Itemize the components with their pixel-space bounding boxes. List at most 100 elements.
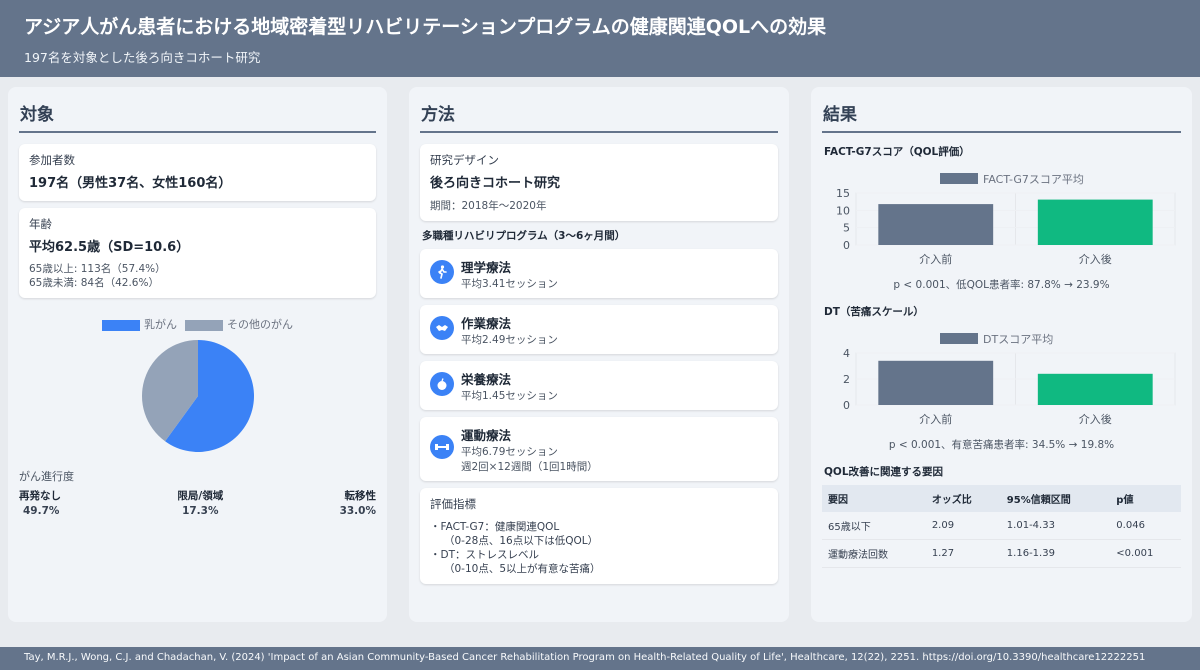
age-label: 年齢	[29, 217, 52, 231]
y-tick-label: 15	[836, 187, 850, 200]
design-label: 研究デザイン	[430, 153, 499, 167]
stage-value: 49.7%	[23, 505, 60, 517]
participants-card: 参加者数 197名（男性37名、女性160名）	[19, 144, 376, 201]
design-card: 研究デザイン 後ろ向きコホート研究 期間：2018年〜2020年	[420, 144, 778, 221]
dumbbell-icon	[430, 435, 454, 459]
x-tick-label: 介入後	[1079, 252, 1112, 266]
program-sessions: 平均1.45セッション	[461, 390, 558, 402]
table-cell: 65歳以下	[822, 512, 926, 540]
study-period: 期間：2018年〜2020年	[430, 200, 547, 212]
y-tick-label: 4	[843, 347, 850, 360]
program-title: 多職種リハビリプログラム（3〜6ヶ月間）	[422, 230, 626, 242]
eval-dt-note: （0-10点、5以上が有意な苦痛）	[444, 563, 601, 575]
legend-label: FACT-G7スコア平均	[983, 173, 1084, 186]
handshake-icon	[430, 316, 454, 340]
program-item-exercise: 運動療法 平均6.79セッション 週2回×12週間（1回1時間）	[420, 417, 778, 481]
y-tick-label: 2	[843, 373, 850, 386]
legend-swatch-other	[185, 319, 223, 331]
table-row: 運動療法回数 1.27 1.16-1.39 <0.001	[822, 539, 1181, 568]
stage-value: 17.3%	[182, 505, 219, 517]
program-item-nutrition: 栄養療法 平均1.45セッション	[420, 361, 778, 410]
evaluation-label: 評価指標	[430, 497, 476, 511]
methods-panel: 方法 研究デザイン 後ろ向きコホート研究 期間：2018年〜2020年 多職種リ…	[409, 87, 789, 622]
subjects-heading: 対象	[19, 97, 376, 133]
subjects-panel: 対象 参加者数 197名（男性37名、女性160名） 年齢 平均62.5歳（SD…	[8, 87, 387, 622]
table-cell: 1.16-1.39	[1000, 539, 1111, 568]
y-tick-label: 5	[843, 222, 850, 235]
bar	[878, 360, 994, 405]
dt-chart-title: DT（苦痛スケール）	[824, 306, 924, 318]
stage-title: がん進行度	[19, 470, 74, 483]
table-header: 95%信頼区間	[1000, 485, 1111, 512]
pie-legend: 乳がん その他のがん	[19, 316, 376, 332]
fact-chart-title: FACT-G7スコア（QOL評価）	[824, 146, 970, 158]
page-title: アジア人がん患者における地域密着型リハビリテーションプログラムの健康関連QOLへ…	[24, 16, 827, 38]
cancer-type-pie-chart	[141, 340, 254, 452]
eval-dt: ・DT：ストレスレベル	[430, 549, 539, 561]
x-tick-label: 介入前	[919, 252, 952, 266]
design-value: 後ろ向きコホート研究	[430, 176, 561, 191]
legend-label: DTスコア平均	[983, 333, 1053, 346]
stage-list: 再発なし 49.7% 限局/領域 17.3% 転移性 33.0%	[19, 488, 376, 517]
legend-item-breast: 乳がん	[102, 316, 177, 332]
page-subtitle: 197名を対象とした後ろ向きコホート研究	[24, 50, 261, 65]
y-tick-label: 0	[843, 399, 850, 412]
program-name: 運動療法	[461, 428, 512, 443]
program-schedule: 週2回×12週間（1回1時間）	[461, 461, 598, 473]
legend-swatch-breast	[102, 319, 140, 331]
age-under-65: 65歳未満: 84名（42.6%）	[29, 277, 159, 289]
stage-name: 限局/領域	[177, 490, 224, 502]
program-sessions: 平均3.41セッション	[461, 278, 558, 290]
stage-name: 再発なし	[19, 490, 61, 502]
eval-fact-g7: ・FACT-G7：健康関連QOL	[430, 521, 560, 533]
participants-value: 197名（男性37名、女性160名）	[29, 176, 232, 191]
program-item-physical: 理学療法 平均3.41セッション	[420, 249, 778, 298]
legend-label-breast: 乳がん	[144, 318, 177, 331]
evaluation-card: 評価指標 ・FACT-G7：健康関連QOL （0-28点、16点以下は低QOL）…	[420, 488, 778, 584]
legend-swatch	[940, 173, 978, 184]
fact-g7-bar-chart: FACT-G7スコア平均 0 5 10 15 介入前 介入後	[836, 173, 1176, 266]
stage-item: 再発なし 49.7%	[19, 488, 61, 517]
chart-legend: FACT-G7スコア平均	[940, 173, 1084, 186]
program-name: 作業療法	[461, 316, 512, 331]
fact-chart-note: p < 0.001、低QOL患者率: 87.8% → 23.9%	[893, 279, 1110, 291]
table-cell: 2.09	[925, 512, 1001, 540]
participants-label: 参加者数	[29, 153, 75, 167]
table-header: 要因	[822, 485, 926, 512]
x-tick-label: 介入前	[919, 412, 952, 426]
bar	[878, 204, 994, 245]
y-tick-label: 0	[843, 239, 850, 252]
program-sessions: 平均2.49セッション	[461, 334, 558, 346]
table-cell: 1.01-4.33	[1000, 512, 1111, 540]
table-header: オッズ比	[925, 485, 1001, 512]
table-row: 65歳以下 2.09 1.01-4.33 0.046	[822, 512, 1181, 540]
dt-bar-chart: DTスコア平均 0 2 4 介入前 介入後	[843, 333, 1176, 426]
methods-heading: 方法	[420, 97, 778, 133]
stage-value: 33.0%	[339, 505, 376, 517]
age-over-65: 65歳以上: 113名（57.4%）	[29, 263, 166, 275]
stage-name: 転移性	[344, 490, 377, 502]
age-value: 平均62.5歳（SD=10.6）	[29, 240, 190, 255]
bar	[1037, 199, 1153, 245]
table-header-row: 要因 オッズ比 95%信頼区間 p値	[822, 485, 1181, 512]
x-tick-label: 介入後	[1079, 412, 1112, 426]
chart-legend: DTスコア平均	[940, 333, 1053, 346]
program-name: 理学療法	[461, 260, 512, 275]
eval-fact-g7-note: （0-28点、16点以下は低QOL）	[444, 535, 599, 547]
results-panel: 結果 FACT-G7スコア（QOL評価） FACT-G7スコア平均 0 5 10 15 介…	[811, 87, 1192, 622]
walking-icon	[430, 260, 454, 284]
table-title: QOL改善に関連する要因	[824, 466, 944, 478]
apple-icon	[430, 372, 454, 396]
table-cell: 1.27	[925, 539, 1001, 568]
y-tick-label: 10	[836, 204, 850, 217]
table-cell: 0.046	[1110, 512, 1181, 540]
table-header: p値	[1110, 485, 1181, 512]
citation-footer: Tay, M.R.J., Wong, C.J. and Chadachan, V…	[0, 647, 1200, 670]
header: アジア人がん患者における地域密着型リハビリテーションプログラムの健康関連QOLへ…	[0, 0, 1200, 77]
table-cell: <0.001	[1110, 539, 1181, 568]
table-cell: 運動療法回数	[822, 539, 926, 568]
legend-item-other: その他のがん	[185, 316, 293, 332]
factors-table: 要因 オッズ比 95%信頼区間 p値 65歳以下 2.09 1.01-4.33 …	[822, 485, 1181, 568]
dt-chart-note: p < 0.001、有意苦痛患者率: 34.5% → 19.8%	[888, 439, 1115, 451]
bar	[1037, 373, 1153, 405]
